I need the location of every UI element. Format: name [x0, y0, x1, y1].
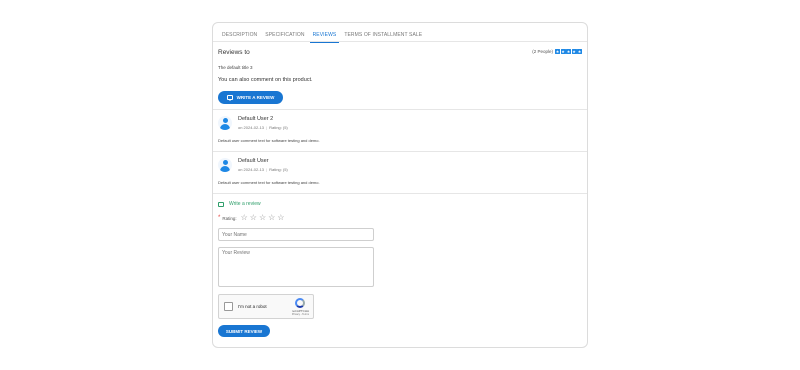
write-review-heading-label: Write a review — [229, 201, 261, 207]
rating-label: Rating: — [222, 215, 237, 221]
submit-review-button[interactable]: SUBMIT REVIEW — [218, 325, 270, 337]
star-icon: ★ — [555, 49, 560, 54]
review-comment: Default user comment text for software t… — [218, 138, 320, 143]
review-date: on 2024-02-13 — [238, 167, 265, 172]
recaptcha-widget: I'm not a robot reCAPTCHA Privacy - Term… — [218, 294, 314, 319]
reviewer-name: Default User 2 — [238, 116, 274, 122]
product-reviews-card: DESCRIPTION SPECIFICATION REVIEWS TERMS … — [212, 22, 588, 348]
people-count: (2 People) — [532, 49, 553, 54]
overall-star-rating: ★ ★ ★ ★ ★ — [555, 49, 582, 54]
avatar — [218, 116, 232, 130]
user-icon — [222, 160, 228, 165]
star-icon: ★ — [566, 49, 571, 54]
recaptcha-logo-icon — [295, 298, 305, 308]
recaptcha-label: I'm not a robot — [238, 304, 267, 309]
chat-icon — [218, 201, 224, 207]
star-icon: ★ — [577, 49, 582, 54]
tabs-divider — [213, 41, 587, 42]
review-meta: on 2024-02-13 | Rating: (5) — [238, 125, 288, 130]
star-outline-icon[interactable]: ☆ — [250, 214, 257, 222]
divider — [213, 193, 587, 194]
review-comment: Default user comment text for software t… — [218, 180, 320, 185]
name-input[interactable] — [218, 228, 374, 241]
product-default-title: The default title 3 — [218, 65, 253, 70]
recaptcha-privacy-terms-links[interactable]: Privacy - Terms — [292, 313, 309, 316]
reviewer-name: Default User — [238, 158, 269, 164]
star-outline-icon[interactable]: ☆ — [259, 214, 266, 222]
required-marker: * — [218, 215, 221, 221]
star-outline-icon[interactable]: ☆ — [268, 214, 275, 222]
recaptcha-checkbox[interactable] — [224, 302, 233, 311]
write-review-button[interactable]: WRITE A REVIEW — [218, 91, 283, 104]
star-outline-icon[interactable]: ☆ — [241, 214, 248, 222]
divider — [213, 109, 587, 110]
overall-rating: (2 People) ★ ★ ★ ★ ★ — [532, 49, 582, 54]
comment-note: You can also comment on this product. — [218, 77, 313, 83]
avatar — [218, 158, 232, 172]
rating-input: * Rating: ☆ ☆ ☆ ☆ ☆ — [218, 214, 284, 222]
write-review-heading: Write a review — [218, 201, 261, 207]
comment-icon — [226, 95, 233, 101]
star-outline-icon[interactable]: ☆ — [277, 214, 284, 222]
review-rating: Rating: (5) — [269, 167, 288, 172]
divider — [213, 151, 587, 152]
review-date: on 2024-02-13 — [238, 125, 265, 130]
user-icon — [222, 118, 228, 123]
review-textarea[interactable] — [218, 247, 374, 287]
star-icon: ★ — [560, 49, 566, 54]
write-review-label: WRITE A REVIEW — [236, 95, 275, 100]
reviews-title: Reviews to — [218, 49, 250, 56]
review-meta: on 2024-02-13 | Rating: (5) — [238, 167, 288, 172]
star-icon: ★ — [571, 49, 577, 54]
review-rating: Rating: (5) — [269, 125, 288, 130]
